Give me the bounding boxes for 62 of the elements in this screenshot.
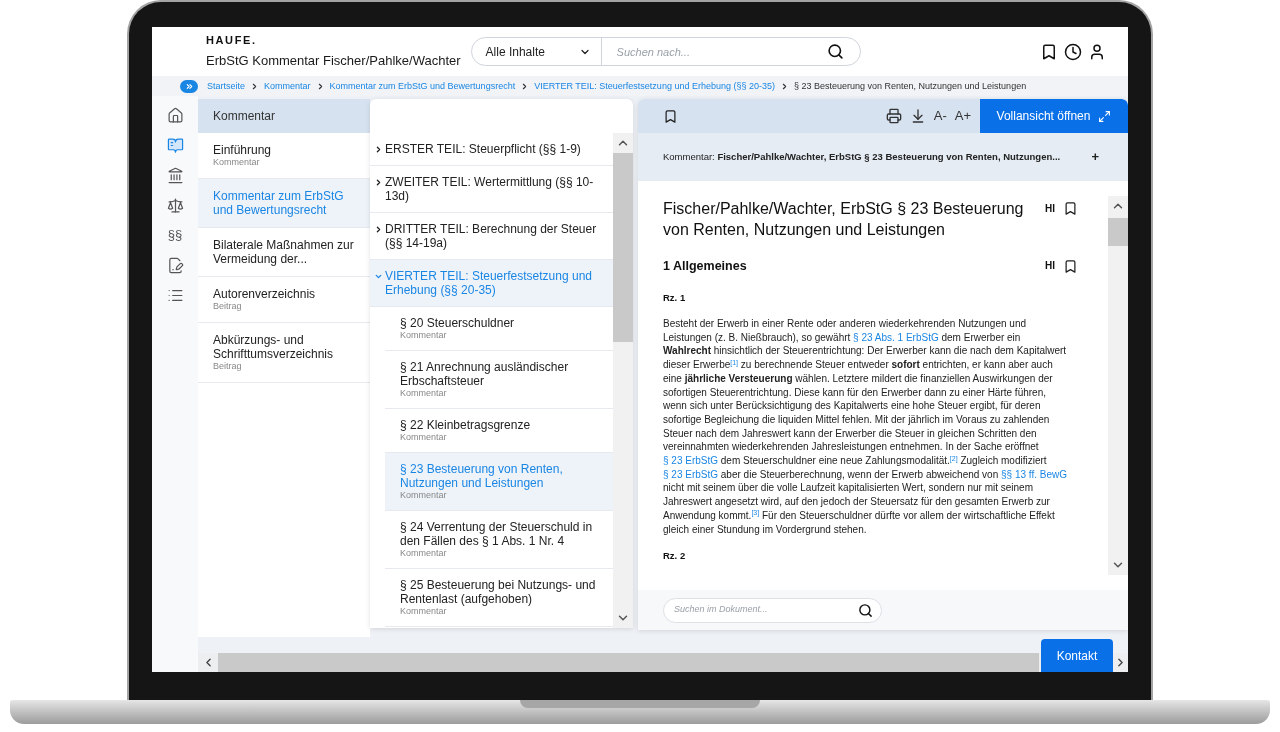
- chevron-right-icon: [374, 225, 383, 234]
- open-full-view-button[interactable]: Vollansicht öffnen: [980, 99, 1128, 133]
- user-icon[interactable]: [1088, 42, 1106, 61]
- scope-dropdown[interactable]: Alle Inhalte: [471, 38, 602, 65]
- toc-subitem[interactable]: § 23 Besteuerung von Renten, Nutzungen und Leistungen Kommentar: [385, 453, 613, 511]
- scale-icon[interactable]: [166, 196, 184, 214]
- history-icon[interactable]: [1064, 42, 1082, 61]
- margin-number: Rz. 2: [663, 550, 687, 563]
- document-title: Fischer/Pahlke/Wachter, ErbStG § 23 Besteuerung von Renten, Nutzungen und Leistungen: [663, 199, 1025, 240]
- search-input[interactable]: Suchen nach...: [601, 38, 827, 65]
- breadcrumb-current: § 23 Besteuerung von Renten, Nutzungen und Leistungen: [793, 80, 1027, 92]
- breadcrumb-link[interactable]: Kommentar zum ErbStG und Bewertungsrecht: [329, 80, 516, 92]
- scrollbar-thumb[interactable]: [1108, 218, 1128, 246]
- search-bar[interactable]: Alle Inhalte Suchen nach...: [470, 37, 861, 66]
- breadcrumb-link[interactable]: Kommentar: [264, 80, 311, 92]
- margin-number: Rz. 1: [663, 292, 687, 304]
- bookmark-icon[interactable]: [663, 108, 678, 124]
- sidebar-item[interactable]: Kommentar zum ErbStG und Bewertungsrecht: [198, 179, 370, 228]
- document-search-input[interactable]: Suchen im Dokument...: [674, 603, 858, 617]
- toc-item[interactable]: VIERTER TEIL: Steuerfestsetzung und Erhebung (§§ 20-35): [370, 260, 613, 307]
- double-chevron-icon: [184, 81, 194, 91]
- document-edit-icon[interactable]: [166, 256, 184, 274]
- chevron-right-icon: [374, 145, 383, 154]
- vertical-scrollbar[interactable]: [613, 133, 633, 628]
- law-reference-link[interactable]: § 23 ErbStG: [663, 455, 719, 467]
- sidebar-toggle-button[interactable]: [180, 79, 198, 93]
- section-heading: 1 Allgemeines: [663, 258, 748, 274]
- paragraph-nav-button[interactable]: §§: [167, 227, 183, 243]
- sidebar-header: Kommentar: [198, 99, 370, 133]
- print-icon[interactable]: [885, 108, 902, 124]
- decrease-font-button[interactable]: A-: [933, 108, 947, 124]
- breadcrumb-link[interactable]: VIERTER TEIL: Steuerfestsetzung und Erhebung (§§ 20-35): [534, 80, 775, 92]
- home-icon[interactable]: [166, 106, 184, 124]
- expand-info-button[interactable]: +: [1091, 150, 1099, 164]
- contact-button[interactable]: Kontakt: [1041, 639, 1113, 672]
- toc-item[interactable]: ZWEITER TEIL: Wertermittlung (§§ 10-13d): [370, 166, 613, 213]
- document-source: Kommentar: Fischer/Pahlke/Wachter, ErbStG § 23 Besteuerung von Renten, Nutzungen...: [663, 151, 1061, 163]
- bookmark-icon[interactable]: [1040, 42, 1058, 61]
- search-icon[interactable]: [858, 602, 873, 618]
- law-reference-link[interactable]: §§ 13 ff. BewG: [1001, 468, 1067, 480]
- toc-item[interactable]: DRITTER TEIL: Berechnung der Steuer (§§ 14-19a): [370, 213, 613, 260]
- brand-logo: HAUFE.: [206, 33, 257, 46]
- bookmark-icon[interactable]: [1063, 258, 1078, 274]
- law-reference-link[interactable]: § 23 Abs. 1 ErbStG: [853, 331, 939, 343]
- highlight-button[interactable]: HI: [1045, 202, 1055, 215]
- increase-font-button[interactable]: A+: [954, 108, 971, 124]
- highlight-button[interactable]: HI: [1045, 260, 1055, 272]
- paragraph-text: Besteht der Erwerb in einer Rente oder anderen wiederkehrenden Nutzungen und Leistungen (z. B. Nießbrauch), so gewährt § 23 Abs. 1 ErbStG dem Erwerber ein Wahlrecht hinsichtlich der Steuerentrichtung: Der Erwerber kann die nach dem Kapitalwert dieser Erwerbe$^{[1]}$ zu berechnende Steuer entweder sofort entrichten, er kann aber auch eine jährliche Versteuerung wählen. Letztere mildert die finanziellen Auswirkungen der sofortigen Steuerentrichtung. Diese kann für den Erwerber dann zu einer Härte führen, wenn sich unter Berücksichtigung des Kapitalwerts eine hohe Steuer ergibt, für deren sofortige Begleichung die liquiden Mittel fehlen. Mit der jährlich im Voraus zu zahlenden Steuer nach dem Jahreswert kann der Erwerber die Steuer in gleichen Schritten den vereinnahmten wiederkehrenden Jahresleistungen entnehmen. In der Sache eröffnet § 23 ErbStG dem Steuerschuldner eine neue Zahlungsmodalität.$^{[2]}$ Zugleich modifiziert § 23 ErbStG aber die Steuerberechnung, wenn der Erwerb abweichend von §§ 13 ff. BewG nicht mit seinem über die volle Laufzeit kapitalisierten Wert, sondern nur mit seinem Jahreswert angesetzt wird, auf den jedoch der Steuersatz für den gesamten Erwerb zur Anwendung kommt.$^{[3]}$ Für den Steuerschuldner dürfte vor allem der wirtschaftliche Effekt gleich einer Stundung im Vordergrund stehen.: [663, 317, 1068, 537]
- bookmark-icon[interactable]: [1063, 201, 1078, 216]
- vertical-scrollbar[interactable]: [1108, 196, 1128, 575]
- chevron-right-icon: [374, 178, 383, 187]
- chevron-down-icon: [374, 272, 383, 281]
- breadcrumb-link[interactable]: Startseite: [207, 80, 246, 92]
- expand-icon: [1098, 109, 1112, 123]
- law-reference-link[interactable]: § 23 ErbStG: [663, 468, 719, 480]
- toc-item[interactable]: ERSTER TEIL: Steuerpflicht (§§ 1-9): [370, 133, 613, 166]
- app-title: ErbStG Kommentar Fischer/Pahlke/Wachter: [206, 51, 461, 70]
- book-icon[interactable]: [166, 136, 184, 154]
- document-search-field[interactable]: Suchen im Dokument...: [663, 597, 882, 623]
- search-icon[interactable]: [826, 43, 844, 60]
- bank-icon[interactable]: [166, 166, 184, 184]
- scrollbar-thumb[interactable]: [613, 153, 633, 342]
